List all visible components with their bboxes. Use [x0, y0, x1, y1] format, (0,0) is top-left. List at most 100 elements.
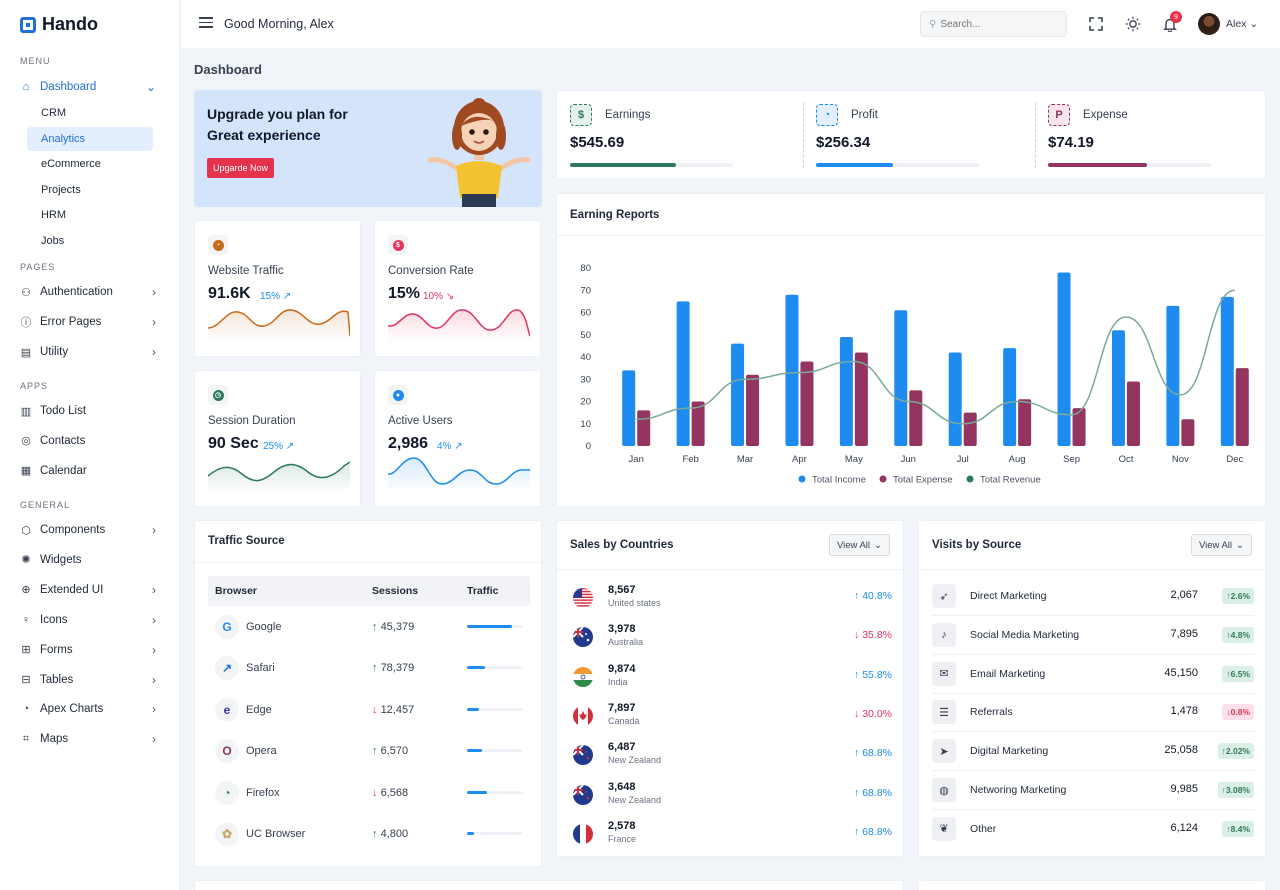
bar-total-expense[interactable]: [854, 352, 868, 446]
bar-total-expense[interactable]: [746, 374, 760, 446]
sidebar-item-widgets[interactable]: ✺ Widgets: [20, 549, 160, 571]
bar-total-expense[interactable]: [1235, 368, 1249, 446]
x-tick-label: May: [845, 454, 863, 465]
x-tick-label: Feb: [682, 454, 698, 465]
sidebar-item-contacts[interactable]: ◎ Contacts: [20, 430, 160, 452]
bar-total-expense[interactable]: [637, 410, 651, 446]
user-menu[interactable]: Alex ⌄: [1226, 18, 1258, 30]
list-item[interactable]: 6,487 New Zealand ↑ 68.8%: [570, 738, 892, 777]
stat-label: Website Traffic: [208, 265, 284, 277]
sidebar-sub-item[interactable]: Jobs: [27, 229, 153, 253]
y-tick-label: 0: [586, 441, 591, 452]
list-item[interactable]: ❦ Other 6,124 ↑ 8.4%: [932, 810, 1254, 849]
bar-total-expense[interactable]: [909, 390, 923, 446]
page-title: Dashboard: [194, 62, 262, 77]
table-row[interactable]: ✿ UC Browser ↑ 4,800: [208, 815, 530, 856]
sparkline: [208, 461, 350, 492]
bar-total-expense[interactable]: [1018, 399, 1032, 446]
list-item[interactable]: 7,897 Canada ↓ 30.0%: [570, 699, 892, 738]
safari-icon: ↗: [215, 656, 239, 681]
flag-us-icon: [573, 588, 593, 608]
sparkline: [388, 457, 530, 492]
sidebar-item-apex-charts[interactable]: ◔ Apex Charts ›: [20, 698, 160, 720]
y-tick-label: 80: [580, 263, 591, 274]
theme-toggle-sun-icon[interactable]: [1124, 15, 1142, 33]
sidebar-sub-item[interactable]: eCommerce: [27, 152, 153, 176]
avatar[interactable]: [1198, 13, 1220, 35]
sidebar-item-tables[interactable]: ⊟ Tables ›: [20, 669, 160, 691]
sidebar-item-maps[interactable]: ⌗ Maps ›: [20, 728, 160, 750]
view-all-button[interactable]: View All ⌄: [1190, 534, 1252, 556]
bar-total-expense[interactable]: [1181, 419, 1195, 446]
bar-total-income[interactable]: [785, 294, 799, 446]
legend-label[interactable]: Total Income: [812, 475, 866, 486]
table-row[interactable]: ◔ Firefox ↓ 6,568: [208, 774, 530, 815]
upgrade-now-button[interactable]: Upgarde Now: [207, 158, 275, 178]
table-row[interactable]: O Opera ↑ 6,570: [208, 732, 530, 773]
bar-total-income[interactable]: [1220, 296, 1234, 446]
list-item[interactable]: ☰ Referrals 1,478 ↓ 0.8%: [932, 693, 1254, 733]
bar-total-income[interactable]: [948, 352, 962, 446]
bar-total-income[interactable]: [731, 343, 745, 446]
table-row[interactable]: G Google ↑ 45,379: [208, 608, 530, 649]
sidebar-item-error-pages[interactable]: ⓘ Error Pages ›: [20, 311, 160, 333]
legend-label[interactable]: Total Revenue: [980, 475, 1041, 486]
sidebar-item-todo-list[interactable]: ▥ Todo List: [20, 400, 160, 422]
bar-total-income[interactable]: [622, 370, 636, 446]
sidebar-item-authentication[interactable]: ⚇ Authentication ›: [20, 281, 160, 303]
traffic-bar-fill: [467, 749, 482, 753]
list-item[interactable]: ➤ Digital Marketing 25,058 ↑ 2.02%: [932, 732, 1254, 772]
sidebar-item-utility[interactable]: ▤ Utility ›: [20, 341, 160, 363]
sidebar-item-components[interactable]: ⬡ Components ›: [20, 519, 160, 541]
view-all-label: View All: [836, 539, 871, 551]
bar-total-expense[interactable]: [963, 412, 977, 446]
legend-label[interactable]: Total Expense: [893, 475, 953, 486]
sidebar-sub-item[interactable]: Projects: [27, 178, 153, 202]
list-item[interactable]: ➶ Direct Marketing 2,067 ↑ 2.6%: [932, 577, 1254, 616]
column-header-sessions[interactable]: Sessions: [372, 585, 418, 597]
nav-dashboard[interactable]: ⌂ Dashboard ⌄: [20, 76, 160, 98]
arrow-up-icon: ↑: [854, 786, 863, 799]
bar-total-expense[interactable]: [1126, 381, 1140, 446]
source-change-badge: ↑ 3.08%: [1217, 782, 1254, 798]
girl-illustration: [427, 98, 531, 207]
list-item[interactable]: ◍ Networing Marketing 9,985 ↑ 3.08%: [932, 771, 1254, 810]
sidebar-item-extended-ui[interactable]: ⊕ Extended UI ›: [20, 579, 160, 601]
list-item[interactable]: 8,567 United states ↑ 40.8%: [570, 581, 892, 620]
list-item[interactable]: 3,978 Australia ↓ 35.8%: [570, 620, 892, 659]
map-icon: ⌗: [22, 732, 30, 745]
list-item[interactable]: 3,648 New Zealand ↑ 68.8%: [570, 778, 892, 817]
sidebar-item-icons[interactable]: ♀ Icons ›: [20, 609, 160, 631]
sidebar-item-calendar[interactable]: ▦ Calendar: [20, 460, 160, 482]
search-input[interactable]: [940, 18, 1061, 30]
table-row[interactable]: ↗ Safari ↑ 78,379: [208, 649, 530, 690]
search-box[interactable]: ⚲: [920, 11, 1067, 37]
list-item[interactable]: 2,578 France ↑ 68.8%: [570, 817, 892, 856]
bar-total-income[interactable]: [676, 301, 690, 446]
fullscreen-icon[interactable]: [1087, 15, 1105, 33]
bar-total-income[interactable]: [894, 310, 908, 446]
list-item[interactable]: 9,874 India ↑ 55.8%: [570, 660, 892, 699]
summary-label: Expense: [1083, 109, 1128, 121]
sidebar-sub-item[interactable]: HRM: [27, 203, 153, 227]
bar-total-income[interactable]: [1166, 305, 1180, 446]
list-item[interactable]: ♪ Social Media Marketing 7,895 ↑ 4.8%: [932, 616, 1254, 655]
bar-total-income[interactable]: [1057, 272, 1071, 446]
bar-total-income[interactable]: [839, 336, 853, 446]
bar-total-income[interactable]: [1003, 348, 1017, 446]
sidebar-item-forms[interactable]: ⊞ Forms ›: [20, 639, 160, 661]
brand-logo[interactable]: Hando: [20, 14, 98, 35]
chevron-down-icon: ⌄: [1249, 18, 1259, 30]
view-all-button[interactable]: View All ⌄: [828, 534, 890, 556]
bar-total-income[interactable]: [1111, 330, 1125, 446]
column-header-browser[interactable]: Browser: [215, 585, 257, 597]
column-header-traffic[interactable]: Traffic: [467, 585, 499, 597]
sidebar-sub-item[interactable]: Analytics: [27, 126, 153, 151]
chevron-right-icon: ›: [152, 345, 156, 359]
sidebar-sub-item[interactable]: CRM: [27, 101, 153, 125]
table-row[interactable]: e Edge ↓ 12,457: [208, 691, 530, 732]
nav-label: Authentication: [40, 286, 113, 298]
list-item[interactable]: ✉ Email Marketing 45,150 ↑ 6.5%: [932, 655, 1254, 694]
bar-total-expense[interactable]: [800, 361, 814, 446]
hamburger-menu-icon[interactable]: [199, 17, 213, 28]
